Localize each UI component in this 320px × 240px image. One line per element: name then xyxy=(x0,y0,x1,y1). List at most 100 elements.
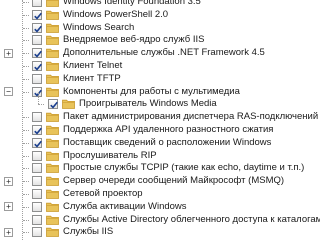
checkbox-icon[interactable] xyxy=(32,137,42,148)
checkbox-icon[interactable] xyxy=(32,22,42,33)
folder-icon xyxy=(62,99,75,110)
tree-connector xyxy=(23,14,29,16)
checkbox-icon[interactable] xyxy=(32,35,42,46)
folder-icon xyxy=(46,35,59,46)
checkbox-icon[interactable] xyxy=(32,61,42,71)
feature-label: Служба активации Windows xyxy=(63,200,187,212)
feature-item[interactable]: Клиент Telnet xyxy=(0,60,320,72)
windows-features-tree: Windows Identity Foundation 3.5 Windows P… xyxy=(0,0,320,240)
feature-label: Windows Search xyxy=(63,21,135,33)
feature-label: Службы IIS xyxy=(63,226,114,238)
feature-item[interactable]: Сетевой проектор xyxy=(0,188,320,200)
feature-item[interactable]: Поддержка API удаленного разностного сжа… xyxy=(0,124,320,136)
tree-expander-icon[interactable]: − xyxy=(4,87,13,97)
tree-connector xyxy=(23,155,29,157)
feature-label: Простые службы TCPIP (такие как echo, da… xyxy=(63,162,305,174)
checkbox-icon[interactable] xyxy=(32,189,42,199)
feature-label: Внедряемое веб-ядро служб IIS xyxy=(63,34,205,46)
tree-connector xyxy=(23,53,29,55)
tree-connector xyxy=(23,219,29,221)
feature-label: Поставщик сведений о расположении Window… xyxy=(63,136,272,148)
folder-icon xyxy=(46,176,59,187)
checkbox-icon[interactable] xyxy=(32,86,42,97)
feature-item[interactable]: − Компоненты для работы с мультимедиа xyxy=(0,86,320,98)
checkbox-icon[interactable] xyxy=(32,201,42,212)
folder-icon xyxy=(46,138,59,148)
tree-connector xyxy=(23,206,29,208)
feature-item[interactable]: + Дополнительные службы .NET Framework 4.… xyxy=(0,47,320,59)
tree-connector xyxy=(38,104,44,106)
folder-icon xyxy=(46,112,59,123)
folder-icon xyxy=(46,215,59,225)
folder-icon xyxy=(46,87,59,97)
feature-item[interactable]: Windows PowerShell 2.0 xyxy=(0,9,320,21)
folder-icon xyxy=(46,74,59,84)
feature-item[interactable]: Внедряемое веб-ядро служб IIS xyxy=(0,34,320,46)
checkbox-icon[interactable] xyxy=(32,0,42,7)
feature-item[interactable]: Прослушиватель RIP xyxy=(0,150,320,162)
feature-label: Windows PowerShell 2.0 xyxy=(63,8,169,20)
feature-item[interactable]: Поставщик сведений о расположении Window… xyxy=(0,137,320,149)
tree-expander-icon[interactable]: + xyxy=(4,227,13,237)
feature-item[interactable]: + Сервер очереди сообщений Майкрософт (MS… xyxy=(0,175,320,187)
tree-connector xyxy=(23,130,29,131)
folder-icon xyxy=(46,61,59,71)
folder-icon xyxy=(46,189,59,199)
folder-icon xyxy=(46,48,59,59)
checkbox-icon[interactable] xyxy=(48,99,58,110)
checkbox-icon[interactable] xyxy=(32,227,42,238)
feature-label: Службы Active Directory облегченного дос… xyxy=(63,213,320,225)
tree-guide-line xyxy=(38,92,39,105)
tree-connector xyxy=(23,66,29,67)
feature-item[interactable]: Клиент TFTP xyxy=(0,73,320,85)
checkbox-icon[interactable] xyxy=(32,150,42,161)
folder-icon xyxy=(46,0,59,7)
tree-connector xyxy=(23,117,29,119)
feature-label: Проигрыватель Windows Media xyxy=(79,98,217,110)
feature-label: Поддержка API удаленного разностного сжа… xyxy=(63,124,274,135)
checkbox-icon[interactable] xyxy=(32,214,42,225)
tree-connector xyxy=(23,91,29,93)
tree-connector xyxy=(23,181,29,183)
feature-label: Компоненты для работы с мультимедиа xyxy=(63,85,240,97)
folder-icon xyxy=(46,163,59,174)
feature-item[interactable]: Пакет администрирования диспетчера RAS-п… xyxy=(0,111,320,123)
feature-item[interactable]: + Служба активации Windows xyxy=(0,201,320,213)
feature-item[interactable]: Windows Search xyxy=(0,22,320,34)
folder-icon xyxy=(46,10,59,20)
tree-connector xyxy=(23,194,29,195)
folder-icon xyxy=(46,23,59,33)
feature-item[interactable]: Проигрыватель Windows Media xyxy=(0,92,320,110)
tree-connector xyxy=(23,168,29,170)
checkbox-icon[interactable] xyxy=(32,112,42,123)
tree-expander-icon[interactable]: + xyxy=(4,202,13,212)
checkbox-icon[interactable] xyxy=(32,176,42,187)
checkbox-icon[interactable] xyxy=(32,48,42,59)
feature-label: Клиент TFTP xyxy=(63,72,121,84)
feature-item[interactable]: Службы Active Directory облегченного дос… xyxy=(0,214,320,226)
checkbox-icon[interactable] xyxy=(32,73,42,84)
feature-label: Сервер очереди сообщений Майкрософт (MSM… xyxy=(63,175,285,187)
feature-label: Сетевой проектор xyxy=(63,188,143,199)
folder-icon xyxy=(46,227,59,238)
folder-icon xyxy=(46,151,59,161)
feature-item[interactable]: + Службы IIS xyxy=(0,226,320,238)
tree-connector xyxy=(23,78,29,80)
tree-expander-icon[interactable]: + xyxy=(4,176,13,186)
tree-connector xyxy=(23,27,29,29)
feature-item[interactable]: Простые службы TCPIP (такие как echo, da… xyxy=(0,162,320,174)
checkbox-icon[interactable] xyxy=(32,125,42,135)
checkbox-icon[interactable] xyxy=(32,9,42,20)
tree-connector xyxy=(23,40,29,42)
feature-label: Прослушиватель RIP xyxy=(63,149,157,161)
tree-connector xyxy=(23,142,29,144)
folder-icon xyxy=(46,125,59,135)
tree-connector xyxy=(23,2,29,3)
feature-label: Дополнительные службы .NET Framework 4.5 xyxy=(63,47,265,59)
feature-label: Windows Identity Foundation 3.5 xyxy=(63,0,201,7)
tree-expander-icon[interactable]: + xyxy=(4,48,13,58)
feature-label: Клиент Telnet xyxy=(63,60,123,71)
folder-icon xyxy=(46,202,59,212)
checkbox-icon[interactable] xyxy=(32,163,42,174)
feature-item[interactable]: Windows Identity Foundation 3.5 xyxy=(0,0,320,8)
